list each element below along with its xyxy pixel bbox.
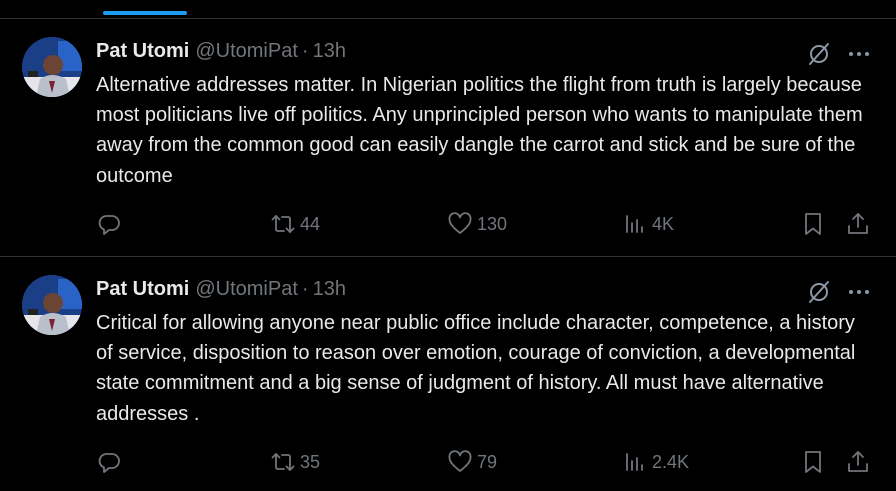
share-button[interactable] bbox=[845, 209, 871, 239]
active-tab-indicator bbox=[103, 11, 187, 15]
heart-icon bbox=[448, 212, 472, 234]
reply-icon bbox=[98, 215, 120, 235]
analytics-icon bbox=[626, 215, 643, 233]
like-count: 130 bbox=[477, 213, 508, 234]
avatar[interactable] bbox=[22, 37, 82, 97]
more-options-icon[interactable] bbox=[846, 281, 872, 303]
repost-button[interactable]: 44 bbox=[270, 209, 320, 239]
like-count: 79 bbox=[477, 451, 498, 472]
bookmark-button[interactable] bbox=[800, 209, 826, 239]
timestamp[interactable]: 13h bbox=[313, 40, 346, 63]
share-button[interactable] bbox=[845, 447, 871, 477]
repost-count: 35 bbox=[300, 451, 321, 472]
tweet-text: Critical for allowing anyone near public… bbox=[96, 312, 856, 425]
reply-icon bbox=[98, 453, 120, 473]
separator: · bbox=[301, 277, 309, 300]
separator: · bbox=[301, 39, 309, 62]
bookmark-icon bbox=[805, 451, 821, 473]
grok-icon[interactable] bbox=[806, 279, 832, 305]
like-button[interactable]: 79 bbox=[447, 447, 497, 477]
views-button[interactable]: 4K bbox=[622, 209, 674, 239]
tweet-text: Alternative addresses matter. In Nigeria… bbox=[96, 74, 863, 187]
repost-count: 44 bbox=[300, 213, 321, 234]
repost-button[interactable]: 35 bbox=[270, 447, 320, 477]
view-count: 4K bbox=[652, 213, 675, 234]
avatar[interactable] bbox=[22, 275, 82, 335]
more-options-icon[interactable] bbox=[846, 43, 872, 65]
heart-icon bbox=[448, 450, 472, 472]
grok-icon[interactable] bbox=[806, 41, 832, 67]
tweet-header: Pat Utomi @UtomiPat · 13h bbox=[96, 39, 346, 63]
bookmark-icon bbox=[805, 213, 821, 235]
like-button[interactable]: 130 bbox=[447, 209, 507, 239]
author-name[interactable]: Pat Utomi bbox=[96, 278, 189, 301]
author-handle[interactable]: @UtomiPat bbox=[195, 40, 298, 63]
repost-icon bbox=[271, 453, 295, 471]
views-button[interactable]: 2.4K bbox=[622, 447, 689, 477]
reply-button[interactable] bbox=[96, 447, 122, 477]
tweet[interactable]: Pat Utomi @UtomiPat · 13h Critical for a… bbox=[0, 257, 896, 491]
author-name[interactable]: Pat Utomi bbox=[96, 40, 189, 63]
share-icon bbox=[848, 213, 868, 234]
analytics-icon bbox=[626, 453, 643, 471]
tweet-actions: 35 79 2.4K bbox=[0, 447, 896, 477]
tweet-header: Pat Utomi @UtomiPat · 13h bbox=[96, 277, 346, 301]
tweet-actions: 44 130 4K bbox=[0, 209, 896, 239]
view-count: 2.4K bbox=[652, 451, 690, 472]
timestamp[interactable]: 13h bbox=[313, 278, 346, 301]
repost-icon bbox=[271, 215, 295, 233]
bookmark-button[interactable] bbox=[800, 447, 826, 477]
tweet[interactable]: Pat Utomi @UtomiPat · 13h Alternative ad… bbox=[0, 19, 896, 256]
reply-button[interactable] bbox=[96, 209, 122, 239]
author-handle[interactable]: @UtomiPat bbox=[195, 278, 298, 301]
share-icon bbox=[848, 451, 868, 472]
